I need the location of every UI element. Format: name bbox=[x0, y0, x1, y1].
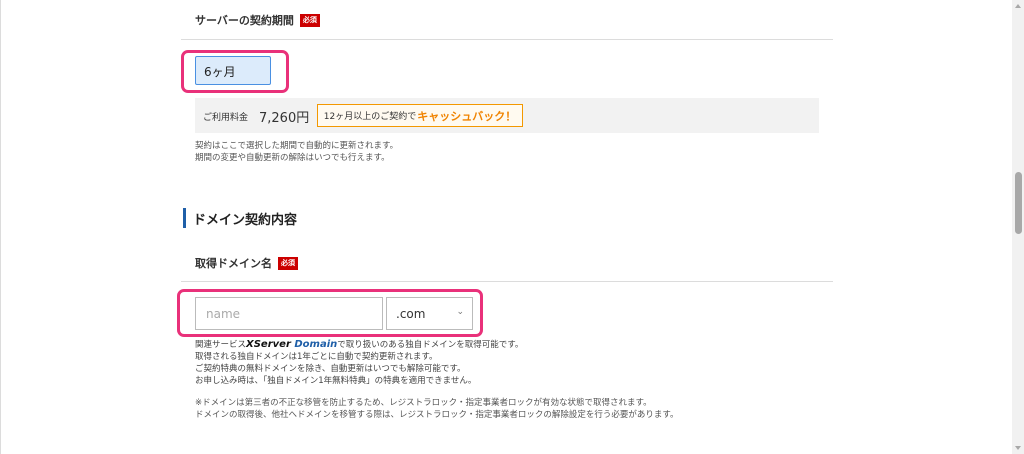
required-badge: 必須 bbox=[278, 256, 298, 270]
domain-description-line: ご契約特典の無料ドメインを除き、自動更新はいつでも解除可能です。 bbox=[195, 364, 466, 374]
renewal-note: 契約はここで選択した期間で自動的に更新されます。 期間の変更や自動更新の解除はい… bbox=[195, 140, 398, 164]
scroll-down-arrow-icon[interactable] bbox=[1015, 446, 1021, 450]
order-form: サーバーの契約期間 必須 6ヶ月 ご利用料金 7,260円 12ヶ月以上のご契約… bbox=[177, 0, 833, 454]
chevron-down-icon: ⌄ bbox=[456, 307, 464, 317]
desc-suffix: で取り扱いのある独自ドメインを取得可能です。 bbox=[337, 340, 524, 350]
price-label: ご利用料金 bbox=[203, 113, 249, 123]
contract-period-label-text: サーバーの契約期間 bbox=[195, 14, 294, 27]
contract-period-select[interactable]: 6ヶ月 bbox=[195, 56, 271, 85]
section-title: ドメイン契約内容 bbox=[193, 213, 298, 228]
domain-description-line: 取得される独自ドメインは1年ごとに自動で契約更新されます。 bbox=[195, 352, 438, 362]
renewal-note-line: 契約はここで選択した期間で自動的に更新されます。 bbox=[195, 141, 399, 151]
brand-part2: Domain bbox=[294, 339, 338, 350]
xserver-domain-brand: XServer Domain bbox=[246, 339, 337, 350]
brand-part1: XServer bbox=[246, 339, 291, 350]
contract-period-value: 6ヶ月 bbox=[204, 65, 236, 79]
divider bbox=[181, 39, 833, 40]
divider bbox=[181, 281, 833, 282]
domain-description: 関連サービスXServer Domainで取り扱いのある独自ドメインを取得可能で… bbox=[195, 339, 523, 387]
desc-prefix: 関連サービス bbox=[195, 340, 247, 350]
tld-value: .com bbox=[396, 307, 426, 321]
scroll-thumb[interactable] bbox=[1015, 172, 1022, 234]
tld-select[interactable]: .com ⌄ bbox=[386, 297, 473, 330]
required-badge: 必須 bbox=[299, 13, 320, 27]
promo-text: 12ヶ月以上のご契約で bbox=[323, 112, 417, 122]
domain-description-line: お申し込み時は、「独自ドメイン1年無料特典」の特典を適用できません。 bbox=[195, 376, 477, 386]
pricing-bar: ご利用料金 7,260円 12ヶ月以上のご契約で キャッシュバック！ bbox=[195, 98, 819, 133]
price-value: 7,260円 bbox=[259, 111, 310, 126]
cashback-promo-badge: 12ヶ月以上のご契約で キャッシュバック！ bbox=[317, 104, 523, 127]
renewal-note-line: 期間の変更や自動更新の解除はいつでも行えます。 bbox=[195, 153, 390, 163]
section-accent-bar bbox=[183, 208, 186, 228]
domain-name-input[interactable] bbox=[195, 297, 383, 330]
domain-description-line: 関連サービスXServer Domainで取り扱いのある独自ドメインを取得可能で… bbox=[195, 339, 523, 351]
vertical-scrollbar[interactable] bbox=[1012, 0, 1024, 454]
warning-line: ドメインの取得後、他社へドメインを移管する際は、レジストラロック・指定事業者ロッ… bbox=[195, 410, 679, 420]
promo-highlight: キャッシュバック！ bbox=[417, 109, 517, 123]
warning-line: ※ドメインは第三者の不正な移管を防止するため、レジストラロック・指定事業者ロック… bbox=[195, 398, 652, 408]
domain-name-label-text: 取得ドメイン名 bbox=[195, 257, 272, 270]
page-frame: サーバーの契約期間 必須 6ヶ月 ご利用料金 7,260円 12ヶ月以上のご契約… bbox=[0, 0, 1024, 454]
domain-name-label: 取得ドメイン名 必須 bbox=[195, 255, 298, 271]
contract-period-label: サーバーの契約期間 必須 bbox=[195, 12, 320, 28]
scroll-up-arrow-icon[interactable] bbox=[1015, 4, 1021, 8]
domain-lock-warning: ※ドメインは第三者の不正な移管を防止するため、レジストラロック・指定事業者ロック… bbox=[195, 397, 679, 421]
